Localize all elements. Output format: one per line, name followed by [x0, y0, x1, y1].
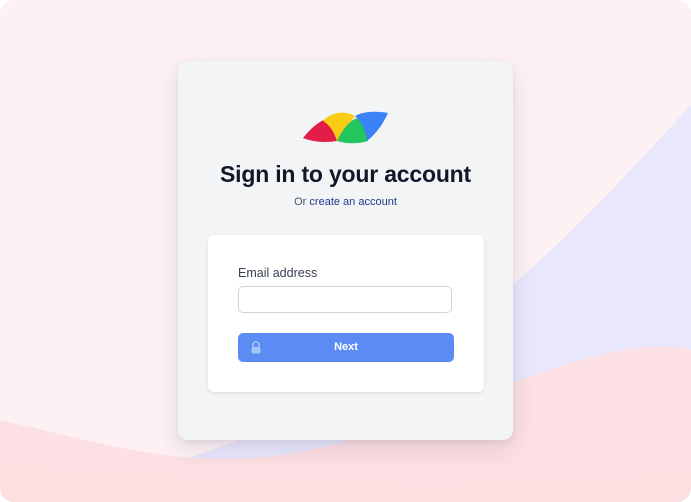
email-label: Email address — [238, 266, 318, 280]
email-field[interactable] — [238, 286, 452, 313]
brand-logo-icon — [303, 111, 388, 144]
next-button[interactable]: Next — [238, 333, 454, 362]
page-title: Sign in to your account — [220, 161, 471, 187]
sign-in-card: Sign in to your account Or create an acc… — [178, 61, 513, 440]
sign-in-form: Email address Next — [208, 235, 484, 392]
create-account-link[interactable]: create an account — [309, 196, 396, 208]
lock-icon — [251, 341, 261, 354]
next-button-label: Next — [334, 341, 358, 353]
page: Sign in to your account Or create an acc… — [0, 0, 691, 502]
subtitle: Or create an account — [178, 196, 513, 208]
subtitle-prefix: Or — [294, 196, 307, 208]
